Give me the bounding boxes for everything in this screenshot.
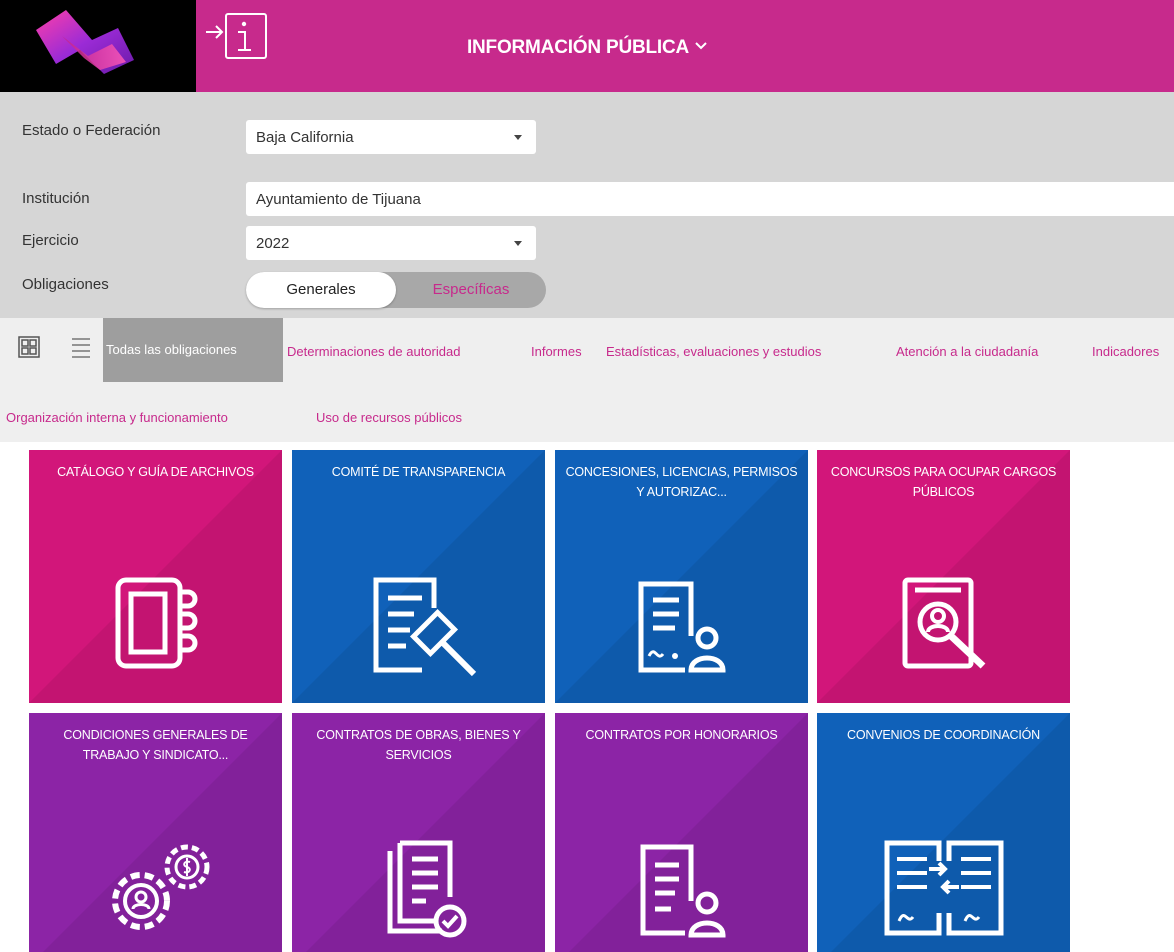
estado-label: Estado o Federación <box>22 122 161 139</box>
institucion-label: Institución <box>22 190 90 207</box>
tile-title: CONDICIONES GENERALES DE TRABAJO Y SINDI… <box>63 728 248 762</box>
institucion-field[interactable] <box>246 182 1174 216</box>
tile-concesiones[interactable]: CONCESIONES, LICENCIAS, PERMISOS Y AUTOR… <box>555 450 808 703</box>
category-informes[interactable]: Informes <box>531 344 582 359</box>
estado-select[interactable]: Baja California <box>246 120 536 154</box>
documents-exchange-icon <box>884 840 1004 936</box>
document-search-user-icon <box>902 577 986 669</box>
tile-title: CONCURSOS PARA OCUPAR CARGOS PÚBLICOS <box>830 465 1057 499</box>
document-gavel-icon <box>373 577 477 677</box>
tile-convenios-coordinacion[interactable]: CONVENIOS DE COORDINACIÓN <box>817 713 1070 952</box>
estado-select-value: Baja California <box>256 129 354 146</box>
tile-title: CONTRATOS DE OBRAS, BIENES Y SERVICIOS <box>316 728 521 762</box>
gears-user-money-icon <box>112 844 210 930</box>
tile-title: CONTRATOS POR HONORARIOS <box>585 728 778 742</box>
page-title-menu[interactable]: INFORMACIÓN PÚBLICA <box>0 34 1174 59</box>
category-uso-recursos[interactable]: Uso de recursos públicos <box>316 410 462 425</box>
tile-condiciones-trabajo[interactable]: CONDICIONES GENERALES DE TRABAJO Y SINDI… <box>29 713 282 952</box>
documents-check-icon <box>387 840 467 938</box>
filter-panel: Estado o Federación Baja California Inst… <box>0 92 1174 318</box>
binder-icon <box>115 577 198 669</box>
tile-comite-transparencia[interactable]: COMITÉ DE TRANSPARENCIA <box>292 450 545 703</box>
ejercicio-select[interactable]: 2022 <box>246 226 536 260</box>
caret-down-icon <box>514 135 522 140</box>
page-title: INFORMACIÓN PÚBLICA <box>466 37 690 58</box>
ejercicio-select-value: 2022 <box>256 235 290 252</box>
tile-title: CATÁLOGO Y GUÍA DE ARCHIVOS <box>57 465 254 479</box>
category-estadisticas[interactable]: Estadísticas, evaluaciones y estudios <box>606 344 821 359</box>
tile-title: COMITÉ DE TRANSPARENCIA <box>331 465 506 479</box>
tile-title: CONCESIONES, LICENCIAS, PERMISOS Y AUTOR… <box>565 465 798 499</box>
category-determinaciones[interactable]: Determinaciones de autoridad <box>287 344 460 359</box>
list-view-icon[interactable] <box>70 336 92 358</box>
caret-down-icon <box>514 241 522 246</box>
category-indicadores[interactable]: Indicadores <box>1092 344 1159 359</box>
tile-contratos-honorarios[interactable]: CONTRATOS POR HONORARIOS <box>555 713 808 952</box>
obligaciones-label: Obligaciones <box>22 276 109 293</box>
tile-contratos-obras[interactable]: CONTRATOS DE OBRAS, BIENES Y SERVICIOS <box>292 713 545 952</box>
grid-view-icon[interactable] <box>18 336 40 358</box>
chevron-down-icon <box>695 34 707 56</box>
obligaciones-toggle: Generales Específicas <box>246 272 546 308</box>
toggle-generales[interactable]: Generales <box>246 272 396 308</box>
top-header: INFORMACIÓN PÚBLICA <box>0 0 1174 92</box>
document-signature-user-icon <box>638 581 726 673</box>
tile-concursos[interactable]: CONCURSOS PARA OCUPAR CARGOS PÚBLICOS <box>817 450 1070 703</box>
tile-title: CONVENIOS DE COORDINACIÓN <box>847 728 1040 742</box>
category-all[interactable]: Todas las obligaciones <box>103 318 283 382</box>
category-atencion[interactable]: Atención a la ciudadanía <box>896 344 1038 359</box>
document-user-icon <box>640 844 726 938</box>
ejercicio-label: Ejercicio <box>22 232 79 249</box>
toggle-especificas[interactable]: Específicas <box>396 272 546 308</box>
category-organizacion[interactable]: Organización interna y funcionamiento <box>6 410 228 425</box>
tile-catalogo-archivos[interactable]: CATÁLOGO Y GUÍA DE ARCHIVOS <box>29 450 282 703</box>
